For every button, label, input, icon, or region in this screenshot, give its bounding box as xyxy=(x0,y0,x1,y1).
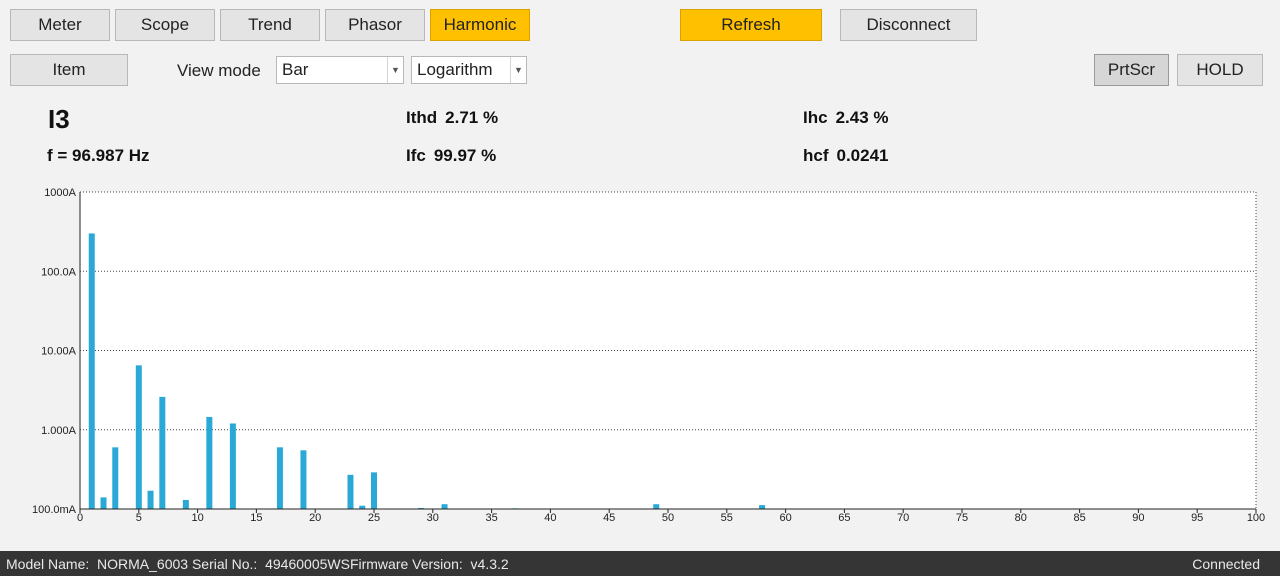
x-tick-label: 75 xyxy=(956,512,968,524)
ifc-readout: Ifc 99.97 % xyxy=(406,146,496,166)
harmonic-bar xyxy=(371,472,377,509)
x-tick-label: 45 xyxy=(603,512,615,524)
x-tick-label: 0 xyxy=(77,512,83,524)
x-tick-label: 90 xyxy=(1132,512,1144,524)
channel-name: I3 xyxy=(48,104,70,134)
x-tick-label: 20 xyxy=(309,512,321,524)
chevron-down-icon[interactable]: ▼ xyxy=(387,57,403,83)
harmonic-bar xyxy=(159,396,166,509)
x-tick-label: 40 xyxy=(544,512,556,524)
ithd-value: 2.71 % xyxy=(445,108,499,127)
harmonic-bar xyxy=(135,365,142,509)
harmonic-bar xyxy=(441,504,448,509)
view-mode-select[interactable]: Bar ▼ xyxy=(276,56,404,84)
harmonic-bar xyxy=(206,416,213,509)
y-tick-label: 1000A xyxy=(44,187,76,199)
x-tick-label: 5 xyxy=(136,512,142,524)
x-tick-label: 15 xyxy=(250,512,262,524)
status-bar: Model Name: NORMA_6003 Serial No.: 49460… xyxy=(0,551,1280,576)
frequency-readout: f = 96.987 Hz xyxy=(47,146,150,165)
connection-status: Connected xyxy=(1192,555,1260,572)
x-tick-label: 65 xyxy=(838,512,850,524)
view-mode-value: Bar xyxy=(282,60,309,79)
harmonic-bar xyxy=(653,504,660,509)
x-tick-label: 70 xyxy=(897,512,909,524)
hcf-value: 0.0241 xyxy=(836,146,889,165)
ihc-label: Ihc xyxy=(803,108,828,127)
tab-scope[interactable]: Scope xyxy=(115,9,215,41)
y-tick-label: 100.0A xyxy=(41,266,77,278)
harmonic-bar xyxy=(100,497,107,509)
harmonic-bar xyxy=(347,474,354,509)
hcf-label: hcf xyxy=(803,146,829,165)
harmonic-chart: 1000A 100.0A 10.00A 1.000A 100.0mA0 5 10 15 20 25… xyxy=(32,187,1265,524)
tab-trend[interactable]: Trend xyxy=(220,9,320,41)
y-tick-label: 100.0mA xyxy=(32,504,77,516)
x-tick-label: 55 xyxy=(721,512,733,524)
harmonic-bar xyxy=(147,490,154,509)
x-tick-label: 80 xyxy=(1015,512,1027,524)
tab-phasor[interactable]: Phasor xyxy=(325,9,425,41)
y-tick-label: 10.00A xyxy=(41,346,77,358)
ifc-label: Ifc xyxy=(406,146,426,165)
harmonic-bar xyxy=(300,450,307,509)
hcf-readout: hcf 0.0241 xyxy=(803,146,889,166)
chevron-down-icon[interactable]: ▼ xyxy=(510,57,526,83)
harmonic-bar xyxy=(229,423,236,509)
x-tick-label: 95 xyxy=(1191,512,1203,524)
x-tick-label: 50 xyxy=(662,512,674,524)
x-tick-label: 60 xyxy=(779,512,791,524)
harmonic-bar xyxy=(759,505,766,509)
y-tick-label: 1.000A xyxy=(41,425,77,437)
ithd-label: Ithd xyxy=(406,108,438,127)
x-tick-label: 100 xyxy=(1247,512,1265,524)
tab-meter[interactable]: Meter xyxy=(10,9,110,41)
view-mode-label: View mode xyxy=(177,61,261,80)
x-tick-label: 10 xyxy=(191,512,203,524)
ifc-value: 99.97 % xyxy=(433,146,497,165)
ithd-readout: Ithd 2.71 % xyxy=(406,108,498,128)
x-tick-label: 25 xyxy=(368,512,380,524)
ihc-value: 2.43 % xyxy=(835,108,889,127)
item-button[interactable]: Item xyxy=(10,54,128,86)
harmonic-bar xyxy=(182,499,189,509)
disconnect-button[interactable]: Disconnect xyxy=(840,9,977,41)
harmonic-bar xyxy=(88,233,95,509)
x-tick-label: 35 xyxy=(485,512,497,524)
ihc-readout: Ihc 2.43 % xyxy=(803,108,889,128)
device-info: Model Name: NORMA_6003 Serial No.: 49460… xyxy=(6,555,509,572)
prtscr-button[interactable]: PrtScr xyxy=(1094,54,1169,86)
tab-harmonic[interactable]: Harmonic xyxy=(430,9,530,41)
scale-select[interactable]: Logarithm ▼ xyxy=(411,56,527,84)
x-tick-label: 30 xyxy=(427,512,439,524)
hold-button[interactable]: HOLD xyxy=(1177,54,1263,86)
harmonic-bar xyxy=(276,447,283,509)
x-tick-label: 85 xyxy=(1073,512,1085,524)
refresh-button[interactable]: Refresh xyxy=(680,9,822,41)
harmonic-bar xyxy=(112,447,119,509)
scale-value: Logarithm xyxy=(417,60,493,79)
